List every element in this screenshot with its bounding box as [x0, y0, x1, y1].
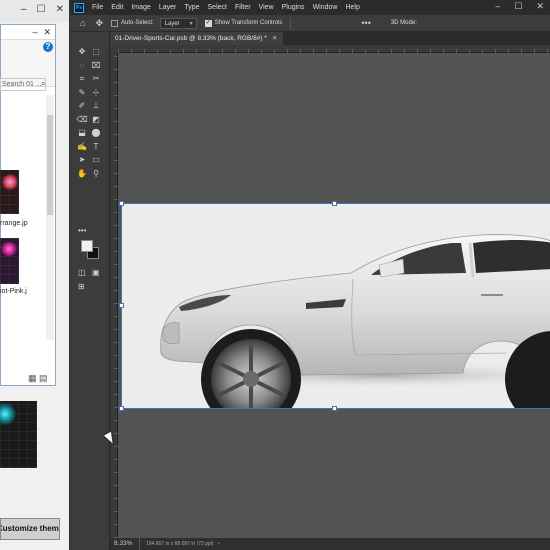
rectangle-tool-icon[interactable]: ▭ [90, 154, 102, 165]
quick-mask-icon[interactable]: ◫ [78, 268, 86, 277]
document-info: 194.667 in x 68.097 in (72 ppi) [146, 541, 214, 547]
zoom-tool-icon[interactable]: ⚲ [90, 168, 102, 179]
menu-file[interactable]: File [92, 4, 103, 11]
minimize-icon[interactable]: – [495, 1, 500, 12]
menu-layer[interactable]: Layer [159, 4, 177, 11]
screen-mode-icon[interactable]: ▣ [92, 268, 100, 277]
transform-handle[interactable] [332, 201, 337, 206]
explorer-scrollbar[interactable] [46, 95, 54, 340]
type-tool-icon[interactable]: T [90, 141, 102, 152]
document-canvas[interactable] [121, 203, 550, 409]
history-brush-tool-icon[interactable]: ◩ [90, 114, 102, 125]
background-window-controls: – ☐ ✕ [0, 0, 70, 18]
menu-select[interactable]: Select [208, 4, 227, 11]
marquee-tool-icon[interactable]: ⬚ [90, 46, 102, 57]
photoshop-window-controls: – ☐ ✕ [495, 1, 544, 12]
tools-panel: ✥ ⬚ ◌ ⌧ ⌗ ✂ ✎ ⊹ ✐ ⊥ ⌫ ◩ ⬓ ⬤ ✍ T ➤ ▭ ✋ ⚲ [70, 32, 110, 550]
status-menu-icon[interactable]: › [218, 541, 220, 547]
auto-select-checkbox[interactable] [110, 19, 118, 27]
transform-handle[interactable] [119, 406, 124, 411]
brush-tool-icon[interactable]: ✐ [76, 100, 88, 111]
document-tab-title: 01-Driver-Sports-Car.psb @ 8.33% (back, … [115, 35, 267, 42]
menu-filter[interactable]: Filter [235, 4, 251, 11]
file-name[interactable]: iot-Pink.j [0, 288, 27, 295]
menu-view[interactable]: View [259, 4, 274, 11]
pen-tool-icon[interactable]: ✍ [76, 141, 88, 152]
edit-toolbar-icon[interactable]: ••• [78, 226, 86, 235]
menu-help[interactable]: Help [345, 4, 359, 11]
artboard-icon[interactable]: ⊞ [78, 282, 85, 291]
screen: – ☐ ✕ – ✕ ? Search 01 ... ⌕ rrange.jp io… [0, 0, 550, 550]
document-tab[interactable]: 01-Driver-Sports-Car.psb @ 8.33% (back, … [110, 32, 284, 45]
minimize-icon[interactable]: – [21, 4, 27, 15]
maximize-icon[interactable]: ☐ [514, 1, 522, 12]
menu-image[interactable]: Image [131, 4, 150, 11]
menu-window[interactable]: Window [313, 4, 338, 11]
move-tool-icon[interactable]: ✥ [95, 18, 103, 29]
lasso-tool-icon[interactable]: ◌ [76, 60, 88, 71]
explorer-search-input[interactable]: Search 01 ... [0, 78, 46, 91]
eyedropper-tool-icon[interactable]: ✎ [76, 87, 88, 98]
sports-car-image [160, 234, 550, 409]
scrollbar-thumb[interactable] [47, 115, 53, 215]
view-toggle-icons[interactable]: ▦ ▤ [28, 373, 48, 384]
frame-tool-icon[interactable]: ✂ [90, 73, 102, 84]
file-thumbnail[interactable] [0, 170, 19, 214]
search-icon[interactable]: ⌕ [41, 79, 45, 89]
move-tool-icon[interactable]: ✥ [76, 46, 88, 57]
zoom-level[interactable]: 8.33% [110, 538, 140, 550]
eraser-tool-icon[interactable]: ⌫ [76, 114, 88, 125]
transform-handle[interactable] [119, 303, 124, 308]
gradient-tool-icon[interactable]: ⬓ [76, 127, 88, 138]
options-bar: ⌂ ✥ Auto-Select: Layer ✓ Show Transform … [70, 15, 550, 32]
auto-select-label: Auto-Select: [120, 20, 154, 26]
3d-mode-label: 3D Mode: [390, 20, 417, 26]
help-icon[interactable]: ? [43, 42, 53, 52]
horizontal-ruler[interactable] [118, 45, 550, 53]
close-icon[interactable]: ✕ [536, 1, 544, 12]
explorer-close-icon[interactable]: ✕ [43, 27, 51, 38]
ruler-origin[interactable] [110, 45, 118, 53]
vertical-ruler[interactable] [110, 53, 118, 538]
menu-edit[interactable]: Edit [111, 4, 123, 11]
menu-type[interactable]: Type [184, 4, 199, 11]
file-name[interactable]: rrange.jp [0, 220, 28, 227]
explorer-minimize-icon[interactable]: – [32, 27, 37, 37]
stamp-tool-icon[interactable]: ⊥ [90, 100, 102, 111]
status-bar: 8.33% 194.667 in x 68.097 in (72 ppi) › [110, 538, 550, 550]
file-thumbnail[interactable] [0, 238, 19, 284]
maximize-icon[interactable]: ☐ [37, 4, 46, 15]
tool-grid: ✥ ⬚ ◌ ⌧ ⌗ ✂ ✎ ⊹ ✐ ⊥ ⌫ ◩ ⬓ ⬤ ✍ T ➤ ▭ ✋ ⚲ [76, 46, 104, 179]
show-transform-label: Show Transform Controls [214, 20, 283, 26]
object-select-tool-icon[interactable]: ⌧ [90, 60, 102, 71]
canvas-area[interactable] [118, 53, 550, 538]
photoshop-logo-icon: Ps [74, 2, 84, 13]
customize-theme-button[interactable]: Customize theme [0, 518, 60, 540]
healing-tool-icon[interactable]: ⊹ [90, 87, 102, 98]
menu-bar: Ps File Edit Image Layer Type Select Fil… [70, 0, 550, 15]
close-tab-icon[interactable]: ✕ [272, 35, 277, 42]
hand-tool-icon[interactable]: ✋ [76, 168, 88, 179]
theme-preview-thumbnail[interactable] [0, 401, 37, 468]
transform-handle[interactable] [119, 201, 124, 206]
document-tab-bar: 01-Driver-Sports-Car.psb @ 8.33% (back, … [110, 32, 550, 45]
crop-tool-icon[interactable]: ⌗ [76, 73, 88, 84]
divider [290, 17, 292, 29]
menu-plugins[interactable]: Plugins [282, 4, 305, 11]
explorer-titlebar: – ✕ [1, 25, 55, 39]
show-transform-checkbox[interactable]: ✓ [204, 19, 212, 27]
foreground-color-swatch[interactable] [81, 240, 93, 252]
home-icon[interactable]: ⌂ [80, 18, 85, 28]
auto-select-dropdown[interactable]: Layer [159, 17, 197, 29]
blur-tool-icon[interactable]: ⬤ [90, 127, 102, 138]
path-select-tool-icon[interactable]: ➤ [76, 154, 88, 165]
transform-handle[interactable] [332, 406, 337, 411]
more-options-icon[interactable]: ••• [361, 18, 370, 28]
close-icon[interactable]: ✕ [56, 4, 64, 15]
photoshop-window: Ps File Edit Image Layer Type Select Fil… [70, 0, 550, 550]
